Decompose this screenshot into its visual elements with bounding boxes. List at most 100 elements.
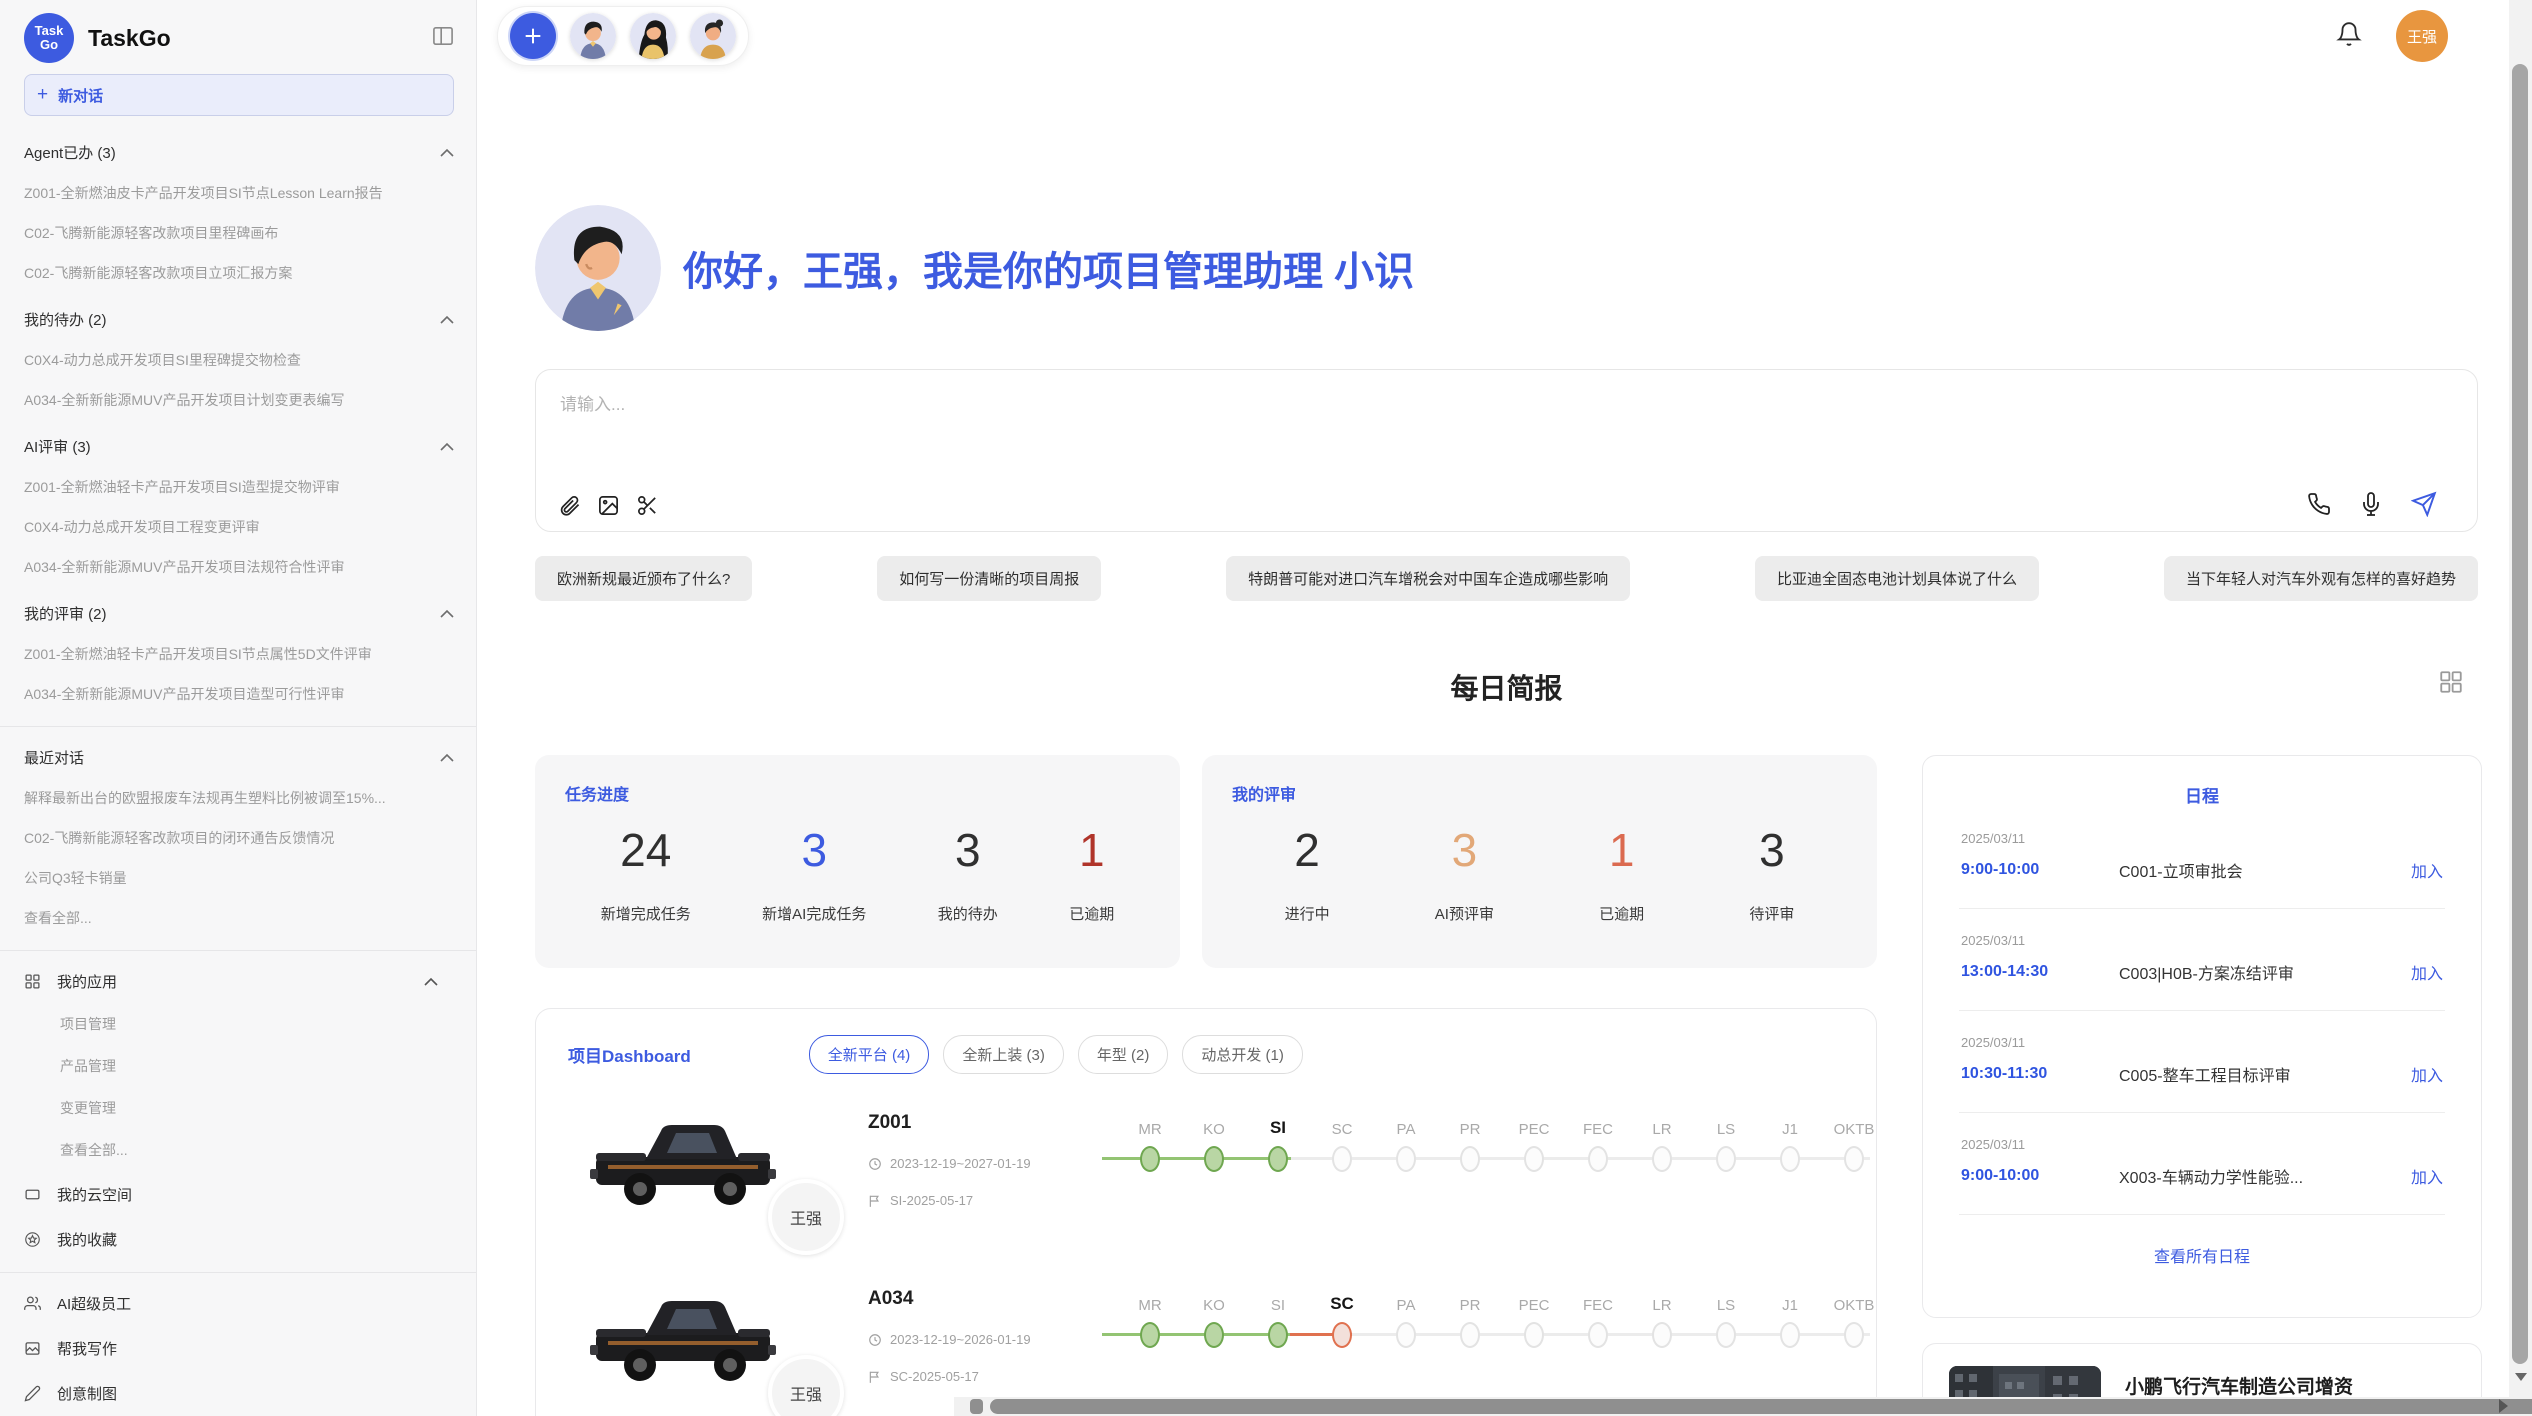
- stat-label: 已逾期: [1599, 903, 1644, 924]
- attachment-icon[interactable]: [558, 494, 581, 517]
- agent-avatar[interactable]: [570, 13, 616, 59]
- event-date: 2025/03/11: [1961, 933, 2443, 948]
- sidebar-item[interactable]: C0X4-动力总成开发项目工程变更评审: [24, 517, 454, 537]
- sidebar-collapse-icon[interactable]: [432, 26, 454, 51]
- chat-input-card: [535, 369, 2478, 532]
- chat-input[interactable]: [560, 390, 2453, 474]
- stat-label: 进行中: [1285, 903, 1330, 924]
- app-link-project-mgmt[interactable]: 项目管理: [60, 1014, 454, 1034]
- star-icon: [24, 1231, 41, 1248]
- milestone-label: SI: [1271, 1290, 1285, 1314]
- event-name: C005-整车工程目标评审: [2119, 1062, 2411, 1086]
- view-all-schedule-link[interactable]: 查看所有日程: [1923, 1243, 2481, 1267]
- sidebar-item[interactable]: Z001-全新燃油轻卡产品开发项目SI节点属性5D文件评审: [24, 644, 454, 664]
- new-chat-button[interactable]: + 新对话: [24, 74, 454, 116]
- recent-chat-item[interactable]: 解释最新出台的欧盟报废车法规再生塑料比例被调至15%...: [24, 788, 454, 808]
- event-time: 9:00-10:00: [1961, 861, 2119, 879]
- section-recent-chats[interactable]: 最近对话: [24, 747, 454, 768]
- suggestion-chip[interactable]: 特朗普可能对进口汽车增税会对中国车企造成哪些影响: [1226, 556, 1630, 601]
- scissors-icon[interactable]: [636, 494, 659, 517]
- stat-value: 3: [762, 823, 866, 877]
- project-row[interactable]: 王强 Z001 2023-12-19~2027-01-19: [568, 1112, 1844, 1240]
- divider: [0, 726, 476, 727]
- stat: 24 新增完成任务: [601, 823, 691, 924]
- app-link-change-mgmt[interactable]: 变更管理: [60, 1098, 454, 1118]
- milestone-label: KO: [1203, 1290, 1225, 1314]
- sidebar-item-creative-draw[interactable]: 创意制图: [24, 1383, 454, 1404]
- sidebar-item[interactable]: A034-全新新能源MUV产品开发项目计划变更表编写: [24, 390, 454, 410]
- project-flag: SI-2025-05-17: [868, 1193, 1118, 1208]
- logo-text-bottom: Go: [40, 38, 58, 52]
- suggestion-chip[interactable]: 当下年轻人对汽车外观有怎样的喜好趋势: [2164, 556, 2478, 601]
- logo-text-top: Task: [35, 24, 64, 38]
- sidebar-item-label: 帮我写作: [57, 1338, 454, 1359]
- section-my-review[interactable]: 我的评审 (2): [24, 603, 454, 624]
- filter-chip[interactable]: 全新上装 (3): [943, 1035, 1064, 1074]
- vertical-scrollbar[interactable]: [2509, 0, 2532, 1416]
- pen-icon: [24, 1385, 41, 1402]
- join-link[interactable]: 加入: [2411, 960, 2443, 984]
- suggestion-chip[interactable]: 欧洲新规最近颁布了什么?: [535, 556, 752, 601]
- section-my-todo[interactable]: 我的待办 (2): [24, 309, 454, 330]
- chevron-up-icon[interactable]: [424, 973, 454, 990]
- suggestion-chip[interactable]: 如何写一份清晰的项目周报: [877, 556, 1101, 601]
- phone-icon[interactable]: [2307, 492, 2331, 516]
- horizontal-scrollbar[interactable]: [954, 1397, 2532, 1416]
- user-avatar[interactable]: 王强: [2396, 10, 2448, 62]
- project-image: 王强: [588, 1288, 808, 1405]
- sidebar-item-ai-staff[interactable]: AI超级员工: [24, 1293, 454, 1314]
- scrollbar-left-stub[interactable]: [970, 1399, 983, 1414]
- layout-grid-icon[interactable]: [2438, 669, 2464, 700]
- stat-label: 待评审: [1749, 903, 1794, 924]
- bell-icon[interactable]: [2336, 21, 2362, 52]
- suggestion-chip[interactable]: 比亚迪全固态电池计划具体说了什么: [1755, 556, 2039, 601]
- event-name: X003-车辆动力学性能验...: [2119, 1164, 2411, 1188]
- horizontal-scrollbar-thumb[interactable]: [990, 1399, 2532, 1414]
- sidebar-item[interactable]: Z001-全新燃油轻卡产品开发项目SI造型提交物评审: [24, 477, 454, 497]
- join-link[interactable]: 加入: [2411, 1062, 2443, 1086]
- session-switcher: [497, 6, 749, 66]
- section-agent-done[interactable]: Agent已办 (3): [24, 142, 454, 163]
- recent-chat-item[interactable]: C02-飞腾新能源轻客改款项目的闭环通告反馈情况: [24, 828, 454, 848]
- microphone-icon[interactable]: [2359, 492, 2383, 516]
- agent-avatar[interactable]: [690, 13, 736, 59]
- stat-value: 1: [1599, 823, 1644, 877]
- sidebar-item[interactable]: A034-全新新能源MUV产品开发项目法规符合性评审: [24, 557, 454, 577]
- scroll-down-button[interactable]: [2509, 1366, 2532, 1388]
- sidebar-item[interactable]: A034-全新新能源MUV产品开发项目造型可行性评审: [24, 684, 454, 704]
- chevron-up-icon[interactable]: [440, 144, 454, 161]
- scroll-right-button[interactable]: [2499, 1399, 2508, 1413]
- sidebar-item-cloud-space[interactable]: 我的云空间: [24, 1184, 454, 1205]
- sidebar-item-my-apps[interactable]: 我的应用: [24, 971, 454, 992]
- sidebar-item-help-write[interactable]: 帮我写作: [24, 1338, 454, 1359]
- app-link-product-mgmt[interactable]: 产品管理: [60, 1056, 454, 1076]
- agent-avatar[interactable]: [630, 13, 676, 59]
- sidebar-item[interactable]: Z001-全新燃油皮卡产品开发项目SI节点Lesson Learn报告: [24, 183, 454, 203]
- divider: [1959, 1214, 2445, 1215]
- filter-chip[interactable]: 全新平台 (4): [809, 1035, 930, 1074]
- image-upload-icon[interactable]: [597, 494, 620, 517]
- recent-chat-item[interactable]: 公司Q3轻卡销量: [24, 868, 454, 888]
- milestone-node: [1524, 1146, 1544, 1172]
- filter-chip[interactable]: 年型 (2): [1078, 1035, 1169, 1074]
- stat: 1 已逾期: [1599, 823, 1644, 924]
- chevron-up-icon[interactable]: [440, 311, 454, 328]
- stat: 2 进行中: [1285, 823, 1330, 924]
- join-link[interactable]: 加入: [2411, 1164, 2443, 1188]
- app-link-view-all[interactable]: 查看全部...: [60, 1140, 454, 1160]
- sidebar-item-label: 创意制图: [57, 1383, 454, 1404]
- sidebar-item-favorites[interactable]: 我的收藏: [24, 1229, 454, 1250]
- filter-chip[interactable]: 动总开发 (1): [1182, 1035, 1303, 1074]
- sidebar-item[interactable]: C02-飞腾新能源轻客改款项目里程碑画布: [24, 223, 454, 243]
- chevron-up-icon[interactable]: [440, 438, 454, 455]
- join-link[interactable]: 加入: [2411, 858, 2443, 882]
- sidebar-item[interactable]: C0X4-动力总成开发项目SI里程碑提交物检查: [24, 350, 454, 370]
- vertical-scrollbar-thumb[interactable]: [2512, 64, 2528, 1364]
- section-ai-review[interactable]: AI评审 (3): [24, 436, 454, 457]
- add-session-button[interactable]: [510, 13, 556, 59]
- sidebar-item[interactable]: C02-飞腾新能源轻客改款项目立项汇报方案: [24, 263, 454, 283]
- recent-view-all[interactable]: 查看全部...: [24, 908, 454, 928]
- chevron-up-icon[interactable]: [440, 749, 454, 766]
- chevron-up-icon[interactable]: [440, 605, 454, 622]
- send-icon[interactable]: [2411, 491, 2437, 517]
